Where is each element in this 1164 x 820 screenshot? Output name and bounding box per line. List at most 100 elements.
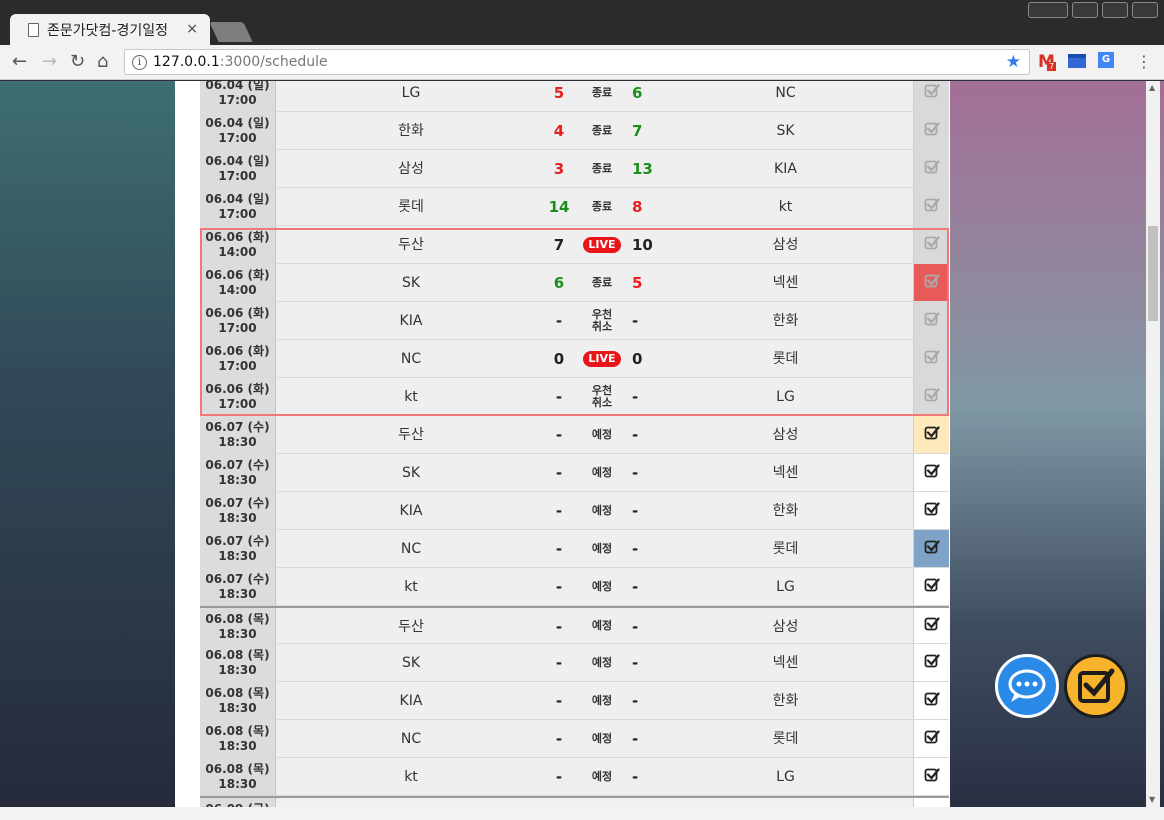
forward-arrow-icon[interactable]: → [42,51,57,72]
row-check-button[interactable] [913,568,949,605]
game-datetime: 06.04 (일) 17:00 [200,150,276,187]
home-team: 두산 [398,427,424,443]
away-team: LG [776,769,795,785]
game-time: 18:30 [218,627,257,641]
row-check-button[interactable] [913,378,949,415]
checkbox-check-icon [924,235,940,255]
away-team: 한화 [772,503,799,519]
away-team: SK [776,123,795,139]
away-team: 롯데 [772,541,799,557]
home-team: 롯데 [398,199,424,215]
url-host: 127.0.0.1 [153,54,220,70]
home-team: NC [400,351,422,367]
away-team: KIA [774,161,797,177]
home-icon[interactable]: ⌂ [97,51,108,72]
scroll-up-icon[interactable]: ▲ [1149,83,1155,92]
game-datetime: 06.07 (수) 18:30 [200,492,276,529]
scroll-down-icon[interactable]: ▼ [1149,795,1155,804]
row-check-button[interactable] [913,530,949,567]
schedule-row: 06.06 (화) 17:00 kt - 우천 취소 - LG [200,378,949,416]
checkbox-check-icon [924,273,940,293]
gmail-extension-icon[interactable]: M 7 [1038,52,1058,72]
user-button[interactable] [1028,2,1068,18]
home-team: KIA [399,503,423,519]
home-team: kt [404,389,418,405]
minimize-button[interactable] [1072,2,1098,18]
row-check-button[interactable] [913,758,949,795]
row-check-button[interactable] [913,644,949,681]
browser-titlebar: 존문가닷컴-경기일정 × [0,0,1164,45]
page-scrollbar[interactable]: ▲ ▼ [1146,81,1160,807]
check-button[interactable] [1064,654,1128,718]
game-datetime: 06.06 (화) 14:00 [200,264,276,301]
info-icon[interactable]: i [132,54,147,70]
game-datetime: 06.08 (목) 18:30 [200,758,276,795]
schedule-row: 06.07 (수) 18:30 KIA - 예정 - 한화 [200,492,949,530]
schedule-row: 06.06 (화) 14:00 두산 7 LIVE 10 삼성 [200,226,949,264]
schedule-row: 06.08 (목) 18:30 NC - 예정 - 롯데 [200,720,949,758]
row-check-button[interactable] [913,492,949,529]
row-check-button[interactable] [913,720,949,757]
home-score: - [555,426,563,444]
scroll-thumb[interactable] [1148,226,1158,321]
row-check-button[interactable] [913,264,949,301]
row-check-button[interactable] [913,150,949,187]
game-status: 종료 [591,161,613,175]
close-window-button[interactable] [1132,2,1158,18]
game-status: 예정 [591,579,613,593]
row-check-button[interactable] [913,340,949,377]
translate-extension-icon[interactable]: G [1098,52,1118,72]
game-time: 18:30 [218,701,257,715]
row-check-button[interactable] [913,682,949,719]
game-time: 18:30 [218,511,257,525]
game-datetime: 06.04 (일) 17:00 [200,188,276,225]
home-score: - [555,578,563,596]
game-time: 18:30 [218,739,257,753]
chat-button[interactable] [995,654,1059,718]
game-status: 우천 취소 [591,307,613,333]
home-score: - [555,388,563,406]
away-score: 10 [632,236,653,254]
row-check-button[interactable] [913,798,949,807]
back-arrow-icon[interactable]: ← [12,51,27,72]
home-score: - [555,654,563,672]
game-status: 종료 [591,275,613,289]
address-bar[interactable]: i 127.0.0.1 :3000/schedule ★ [124,49,1030,75]
page-viewport: 06.04 (일) 17:00 LG 5 종료 6 NC 06.04 (일) 17:00 한화 4 종… [0,81,1164,807]
chat-bubble-icon [1008,669,1046,702]
row-check-button[interactable] [913,188,949,225]
schedule-row: 06.07 (수) 18:30 SK - 예정 - 넥센 [200,454,949,492]
schedule-row: 06.08 (목) 18:30 kt - 예정 - LG [200,758,949,796]
schedule-table: 06.04 (일) 17:00 LG 5 종료 6 NC 06.04 (일) 17:00 한화 4 종… [200,81,949,807]
row-check-button[interactable] [913,454,949,491]
bookmark-star-icon[interactable]: ★ [1006,52,1021,72]
reload-icon[interactable]: ↻ [70,51,85,72]
row-check-button[interactable] [913,226,949,263]
browser-tab[interactable]: 존문가닷컴-경기일정 × [10,14,210,45]
calendar-extension-icon[interactable] [1068,52,1088,72]
home-score: 4 [553,122,565,140]
row-check-button[interactable] [913,81,949,111]
away-score: - [632,618,639,636]
game-date: 06.06 (화) [205,230,270,244]
tab-close-icon[interactable]: × [186,21,198,37]
kebab-menu-icon[interactable]: ⋮ [1136,52,1152,71]
new-tab-button[interactable] [209,22,253,42]
status-cell: 예정 [572,682,632,719]
maximize-button[interactable] [1102,2,1128,18]
row-check-button[interactable] [913,608,949,643]
game-datetime: 06.08 (목) 18:30 [200,608,276,643]
row-check-button[interactable] [913,416,949,453]
row-check-button[interactable] [913,112,949,149]
checkbox-check-icon [924,691,940,711]
schedule-row: 06.04 (일) 17:00 롯데 14 종료 8 kt [200,188,949,226]
home-team [276,798,546,807]
away-score: 5 [632,274,643,292]
row-check-button[interactable] [913,302,949,339]
home-score: 3 [553,160,565,178]
status-cell: 예정 [572,608,632,643]
home-team: kt [404,769,418,785]
home-score: - [555,312,563,330]
game-datetime: 06.07 (수) 18:30 [200,416,276,453]
away-team: 삼성 [772,427,799,443]
